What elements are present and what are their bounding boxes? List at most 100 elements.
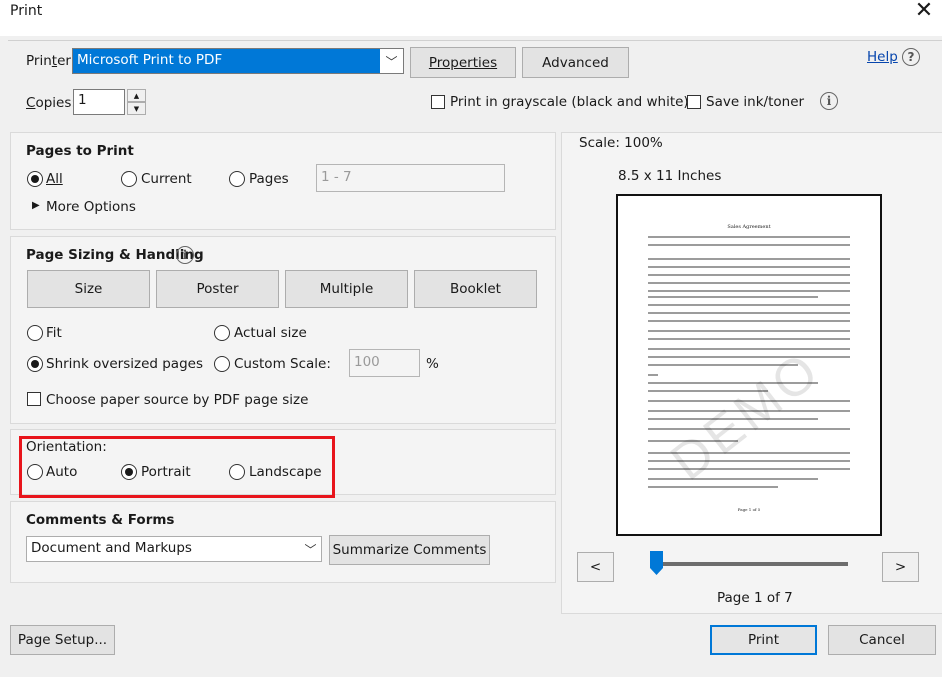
tab-booklet-label: Booklet bbox=[450, 281, 501, 297]
help-link[interactable]: Help bbox=[867, 49, 898, 65]
properties-button[interactable]: Properties bbox=[410, 47, 516, 78]
page-setup-button[interactable]: Page Setup... bbox=[10, 625, 115, 655]
tab-multiple[interactable]: Multiple bbox=[285, 270, 408, 308]
help-question-icon[interactable]: ? bbox=[902, 48, 920, 66]
preview-text-line bbox=[648, 258, 850, 260]
preview-text-line bbox=[648, 478, 818, 480]
orientation-portrait-radio[interactable] bbox=[121, 464, 137, 480]
custom-scale-value: 100 bbox=[354, 354, 380, 370]
chevron-down-icon[interactable]: ﹀ bbox=[300, 537, 321, 561]
page-preview: Sales Agreement Page 1 of 5 bbox=[616, 194, 882, 536]
copies-value: 1 bbox=[78, 92, 87, 108]
preview-text-line bbox=[648, 374, 658, 376]
preview-text-line bbox=[648, 356, 850, 358]
printer-label: Printer: bbox=[26, 53, 76, 69]
grayscale-checkbox[interactable] bbox=[431, 95, 445, 109]
current-page-radio[interactable] bbox=[121, 171, 137, 187]
preview-text-line bbox=[648, 338, 850, 340]
preview-text-line bbox=[648, 296, 818, 298]
tab-size-label: Size bbox=[74, 281, 103, 297]
paper-size-label: 8.5 x 11 Inches bbox=[618, 168, 722, 184]
save-ink-label: Save ink/toner bbox=[706, 94, 805, 110]
shrink-oversized-radio[interactable] bbox=[27, 356, 43, 372]
custom-scale-radio[interactable] bbox=[214, 356, 230, 372]
all-pages-radio[interactable] bbox=[27, 171, 43, 187]
percent-sign: % bbox=[426, 356, 439, 372]
next-page-button[interactable]: > bbox=[882, 552, 919, 582]
preview-text-line bbox=[648, 274, 850, 276]
divider bbox=[8, 40, 942, 41]
title-bar bbox=[0, 0, 942, 36]
page-slider-track[interactable] bbox=[657, 562, 848, 566]
copies-input[interactable]: 1 bbox=[73, 89, 125, 115]
tab-multiple-label: Multiple bbox=[319, 281, 374, 297]
info-icon[interactable]: i bbox=[820, 92, 838, 110]
page-indicator: Page 1 of 7 bbox=[717, 590, 793, 606]
printer-select[interactable]: Microsoft Print to PDF bbox=[72, 48, 404, 74]
print-button[interactable]: Print bbox=[710, 625, 817, 655]
preview-text-line bbox=[648, 312, 850, 314]
prev-page-button[interactable]: < bbox=[577, 552, 614, 582]
chevron-down-icon[interactable]: ﹀ bbox=[380, 49, 403, 73]
tab-booklet[interactable]: Booklet bbox=[414, 270, 537, 308]
pages-range-label: Pages bbox=[249, 171, 289, 187]
preview-text-line bbox=[648, 320, 850, 322]
info-icon[interactable]: i bbox=[176, 246, 194, 264]
cancel-label: Cancel bbox=[859, 632, 905, 648]
close-icon[interactable]: ✕ bbox=[912, 0, 936, 23]
comments-forms-select[interactable]: Document and Markups bbox=[26, 536, 322, 562]
advanced-label: Advanced bbox=[542, 54, 609, 71]
custom-scale-label: Custom Scale: bbox=[234, 356, 331, 372]
summarize-comments-button[interactable]: Summarize Comments bbox=[329, 535, 490, 565]
pages-to-print-heading: Pages to Print bbox=[26, 143, 134, 159]
preview-text-line bbox=[648, 304, 850, 306]
prev-page-label: < bbox=[589, 559, 602, 575]
preview-text-line bbox=[648, 348, 850, 350]
page-slider-thumb[interactable] bbox=[649, 550, 664, 576]
preview-text-line bbox=[648, 330, 850, 332]
print-label: Print bbox=[747, 632, 780, 648]
custom-scale-input[interactable]: 100 bbox=[349, 349, 420, 377]
fit-radio[interactable] bbox=[27, 325, 43, 341]
all-pages-label: All bbox=[46, 171, 63, 187]
preview-text-line bbox=[648, 236, 850, 238]
advanced-button[interactable]: Advanced bbox=[522, 47, 629, 78]
page-setup-label: Page Setup... bbox=[17, 632, 108, 648]
preview-text-line bbox=[648, 282, 850, 284]
preview-doc-footer: Page 1 of 5 bbox=[737, 507, 761, 512]
current-page-label: Current bbox=[141, 171, 192, 187]
actual-size-label: Actual size bbox=[234, 325, 307, 341]
expand-triangle-icon[interactable]: ▶ bbox=[32, 200, 40, 211]
paper-source-label: Choose paper source by PDF page size bbox=[46, 392, 309, 408]
scale-label: Scale: 100% bbox=[579, 135, 663, 151]
pages-range-input[interactable]: 1 - 7 bbox=[316, 164, 505, 192]
comments-forms-value: Document and Markups bbox=[31, 540, 192, 556]
orientation-auto-label: Auto bbox=[46, 464, 78, 480]
pages-range-value: 1 - 7 bbox=[321, 169, 352, 185]
next-page-label: > bbox=[894, 559, 907, 575]
properties-label: Properties bbox=[428, 54, 498, 71]
cancel-button[interactable]: Cancel bbox=[828, 625, 936, 655]
preview-text-line bbox=[648, 266, 850, 268]
tab-size[interactable]: Size bbox=[27, 270, 150, 308]
copies-decrement-button[interactable]: ▼ bbox=[127, 102, 146, 115]
tab-poster[interactable]: Poster bbox=[156, 270, 279, 308]
fit-label: Fit bbox=[46, 325, 62, 341]
preview-text-line bbox=[648, 244, 850, 246]
tab-poster-label: Poster bbox=[196, 281, 239, 297]
orientation-landscape-radio[interactable] bbox=[229, 464, 245, 480]
actual-size-radio[interactable] bbox=[214, 325, 230, 341]
shrink-oversized-label: Shrink oversized pages bbox=[46, 356, 203, 372]
orientation-landscape-label: Landscape bbox=[249, 464, 322, 480]
paper-source-checkbox[interactable] bbox=[27, 392, 41, 406]
copies-label: Copies: bbox=[26, 95, 76, 111]
pages-range-radio[interactable] bbox=[229, 171, 245, 187]
orientation-auto-radio[interactable] bbox=[27, 464, 43, 480]
save-ink-checkbox[interactable] bbox=[687, 95, 701, 109]
more-options-toggle[interactable]: More Options bbox=[46, 199, 136, 215]
orientation-portrait-label: Portrait bbox=[141, 464, 191, 480]
window-title: Print bbox=[10, 3, 43, 19]
summarize-comments-label: Summarize Comments bbox=[332, 542, 487, 558]
copies-increment-button[interactable]: ▲ bbox=[127, 89, 146, 102]
grayscale-label: Print in grayscale (black and white) bbox=[450, 94, 689, 110]
